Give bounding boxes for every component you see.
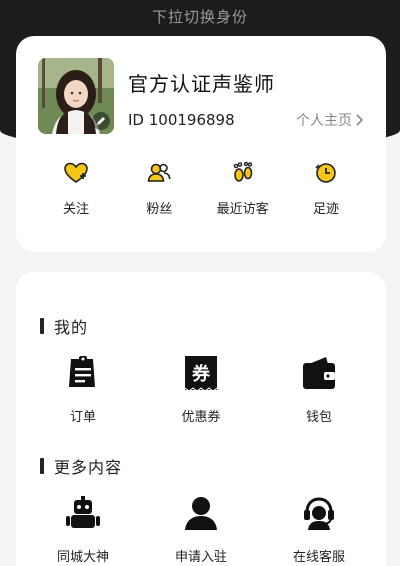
menu-card: 我的 订单 券 优惠券 钱包 更多内容 同城大神 申请入驻 在线客服 (16, 272, 386, 566)
user-id: ID 100196898 (128, 111, 235, 129)
stat-following[interactable]: 关注 (44, 160, 108, 217)
grid-item-local-experts[interactable]: 同城大神 (38, 494, 128, 565)
pull-to-switch-hint: 下拉切换身份 (151, 8, 248, 26)
stat-footprint[interactable]: 足迹 (294, 160, 358, 217)
users-icon (147, 163, 171, 182)
grid-label: 申请入驻 (174, 550, 227, 565)
footprints-icon (233, 161, 252, 182)
grid-label: 在线客服 (292, 550, 345, 565)
avatar[interactable] (38, 58, 114, 134)
headset-icon (304, 497, 334, 530)
wallet-icon (303, 357, 335, 389)
stats-row: 关注 粉丝 最近访客 足迹 (44, 160, 358, 217)
username: 官方认证声鉴师 (128, 72, 275, 96)
grid-label: 钱包 (305, 410, 332, 425)
grid-item-coupons[interactable]: 券 优惠券 (156, 354, 246, 425)
grid-item-orders[interactable]: 订单 (38, 354, 128, 425)
coupon-icon: 券 (184, 356, 218, 392)
grid-label: 优惠券 (181, 410, 221, 425)
section-title-text: 我的 (54, 318, 89, 337)
stat-label: 粉丝 (146, 202, 173, 217)
chevron-right-icon (356, 114, 364, 126)
stat-followers[interactable]: 粉丝 (127, 160, 191, 217)
section-title-more: 更多内容 (40, 454, 122, 478)
grid-item-apply-to-join[interactable]: 申请入驻 (156, 494, 246, 565)
clock-icon (315, 163, 336, 183)
section-bar (40, 458, 44, 474)
section-title-text: 更多内容 (54, 458, 123, 477)
homepage-link[interactable]: 个人主页 (296, 110, 364, 130)
stat-label: 关注 (62, 202, 89, 217)
profile-card: 官方认证声鉴师 ID 100196898 个人主页 关注 粉丝 最近访客 足迹 (16, 36, 386, 252)
section-title-mine: 我的 (40, 314, 88, 338)
stat-recent-visitors[interactable]: 最近访客 (211, 160, 275, 217)
more-grid: 同城大神 申请入驻 在线客服 (16, 494, 386, 565)
grid-item-wallet[interactable]: 钱包 (274, 354, 364, 425)
section-bar (40, 318, 44, 334)
person-icon (185, 497, 217, 530)
stat-label: 最近访客 (216, 202, 269, 217)
grid-item-customer-service[interactable]: 在线客服 (274, 494, 364, 565)
grid-label: 同城大神 (56, 550, 109, 565)
stat-label: 足迹 (312, 202, 339, 217)
edit-avatar-icon[interactable] (92, 112, 110, 130)
homepage-label: 个人主页 (296, 113, 352, 129)
order-icon (69, 356, 95, 387)
grid-label: 订单 (69, 410, 96, 425)
robot-icon (66, 496, 100, 528)
mine-grid: 订单 券 优惠券 钱包 (16, 354, 386, 425)
svg-text:券: 券 (191, 363, 211, 385)
heart-plus-icon (64, 162, 88, 183)
